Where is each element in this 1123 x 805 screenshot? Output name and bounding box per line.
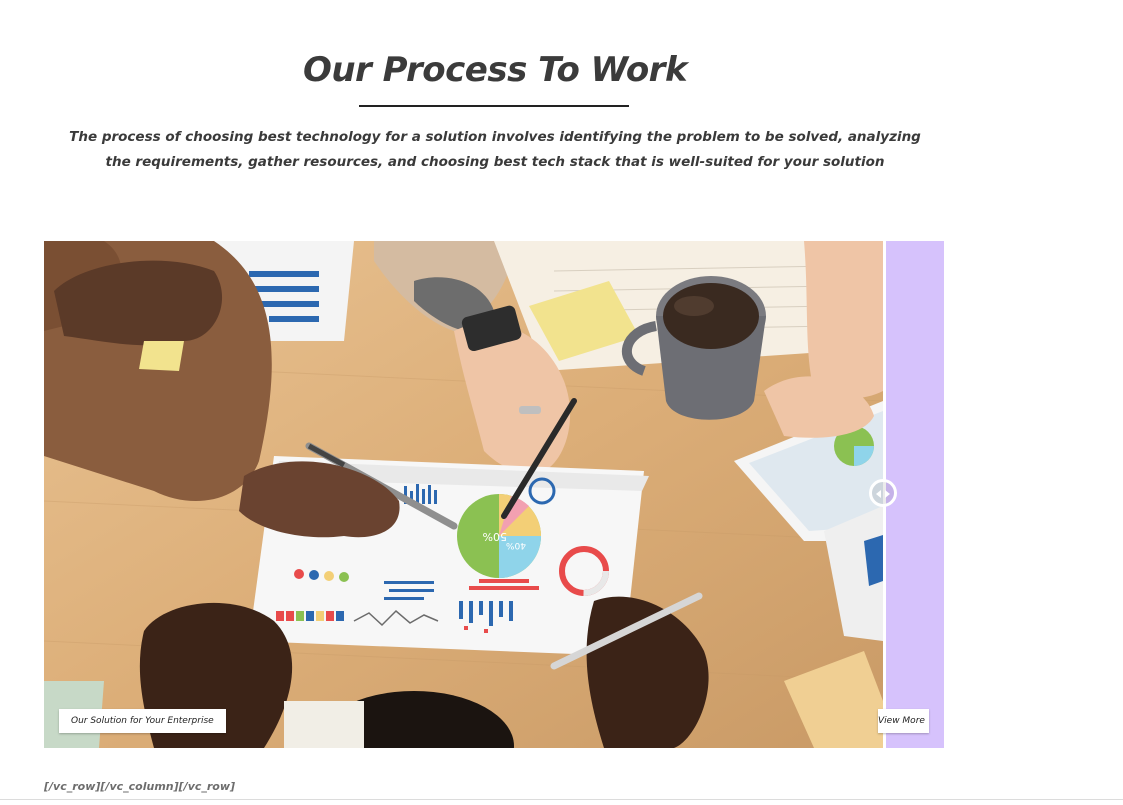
section-description: The process of choosing best technology … xyxy=(69,129,921,170)
arrows-left-right-icon[interactable] xyxy=(869,479,897,507)
page-divider xyxy=(0,799,1123,800)
title-underline xyxy=(359,105,629,107)
before-label: Our Solution for Your Enterprise xyxy=(59,709,226,733)
pie-label-40: 40% xyxy=(506,540,526,550)
arrow-right-icon xyxy=(885,490,890,498)
shortcode-text: [/vc_row][/vc_column][/vc_row] xyxy=(44,780,236,793)
pie-label-50: 50% xyxy=(483,530,507,543)
after-label: View More xyxy=(878,709,929,733)
section-title: Our Process To Work xyxy=(302,50,688,90)
arrow-left-icon xyxy=(876,490,881,498)
image-comparison-slider[interactable]: 50% 40% Our Solution for Your Enterprise… xyxy=(44,241,944,748)
before-image-business-meeting: 50% 40% xyxy=(44,241,883,748)
